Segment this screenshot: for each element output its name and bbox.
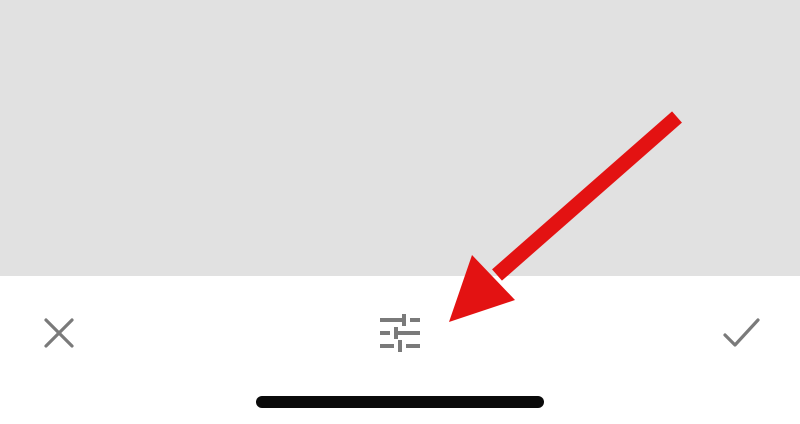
cancel-button[interactable] (31, 305, 87, 361)
photo-edit-screen (0, 0, 800, 424)
sliders-icon (380, 314, 420, 352)
confirm-button[interactable] (713, 305, 769, 361)
adjust-button[interactable] (372, 305, 428, 361)
checkmark-icon (723, 318, 760, 347)
home-indicator[interactable] (256, 396, 544, 408)
image-preview-area (0, 0, 800, 276)
close-icon (44, 318, 74, 348)
